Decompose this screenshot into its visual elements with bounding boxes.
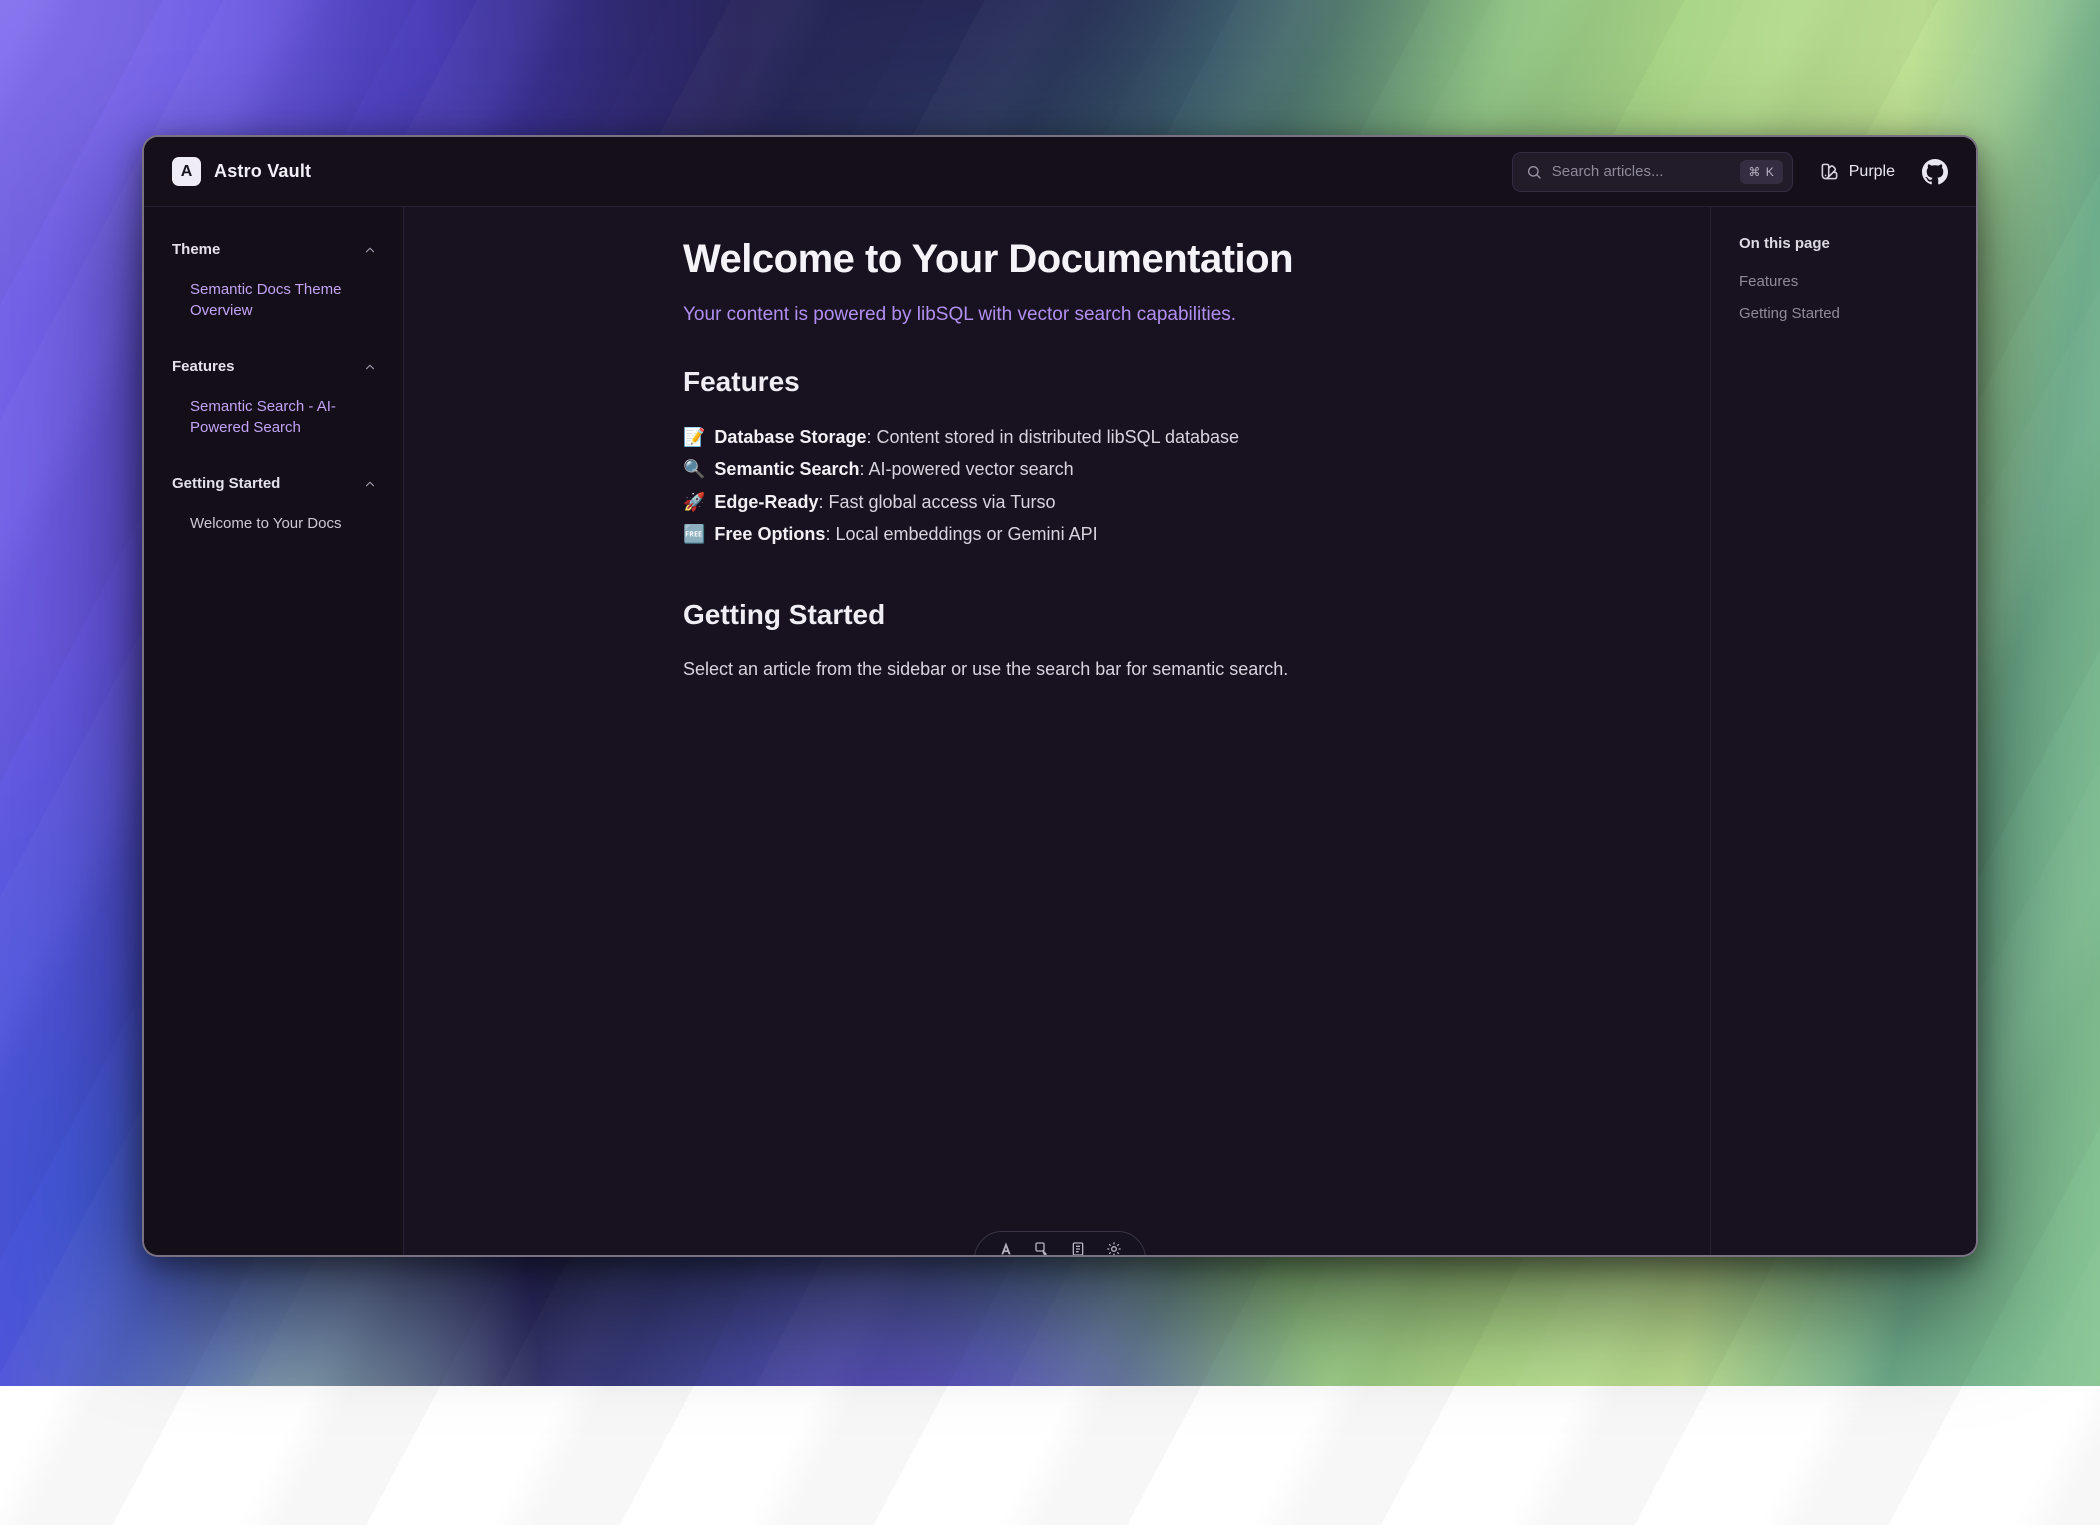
feature-label: Semantic Search	[714, 459, 859, 479]
toc-panel: On this page Features Getting Started	[1710, 207, 1976, 1255]
feature-text: : Local embeddings or Gemini API	[825, 524, 1097, 544]
feature-text: : Content stored in distributed libSQL d…	[866, 427, 1239, 447]
chevron-up-icon	[363, 477, 377, 491]
feature-text: : AI-powered vector search	[860, 459, 1074, 479]
sidebar-item-semantic-search[interactable]: Semantic Search - AI-Powered Search	[172, 396, 377, 438]
sidebar-section-toggle-getting-started[interactable]: Getting Started	[172, 475, 377, 492]
top-header: A Astro Vault ⌘ K Purple	[144, 137, 1976, 207]
sidebar-section-label: Features	[172, 358, 235, 375]
feature-item: 🆓 Free Options: Local embeddings or Gemin…	[683, 523, 1431, 546]
feature-label: Edge-Ready	[714, 492, 818, 512]
astro-dev-toolbar[interactable]	[974, 1231, 1146, 1257]
sidebar-section-label: Theme	[172, 241, 220, 258]
toc-link-getting-started[interactable]: Getting Started	[1739, 305, 1956, 322]
chevron-up-icon	[363, 360, 377, 374]
theme-swatch-icon	[1820, 162, 1839, 181]
sidebar-item-welcome-to-your-docs[interactable]: Welcome to Your Docs	[172, 513, 377, 534]
sidebar-section-toggle-theme[interactable]: Theme	[172, 241, 377, 258]
sidebar-section-theme: Theme Semantic Docs Theme Overview	[172, 241, 377, 321]
header-actions: ⌘ K Purple	[1512, 152, 1948, 192]
settings-gear-icon[interactable]	[1106, 1241, 1122, 1257]
sidebar-section-label: Getting Started	[172, 475, 280, 492]
sidebar-section-toggle-features[interactable]: Features	[172, 358, 377, 375]
content-row: Theme Semantic Docs Theme Overview Featu…	[144, 207, 1976, 1255]
app-logo: A	[172, 157, 201, 186]
sidebar-item-semantic-docs-theme-overview[interactable]: Semantic Docs Theme Overview	[172, 279, 377, 321]
feature-item: 🚀 Edge-Ready: Fast global access via Turs…	[683, 491, 1431, 514]
search-icon	[1526, 164, 1542, 180]
main-content: Welcome to Your Documentation Your conte…	[404, 207, 1710, 1255]
page-title: Welcome to Your Documentation	[683, 237, 1431, 282]
brand-link[interactable]: A Astro Vault	[172, 157, 311, 186]
free-emoji-icon: 🆓	[683, 524, 705, 544]
chevron-up-icon	[363, 243, 377, 257]
app-window: A Astro Vault ⌘ K Purple	[142, 135, 1978, 1257]
memo-emoji-icon: 📝	[683, 427, 705, 447]
rocket-emoji-icon: 🚀	[683, 492, 705, 512]
astro-logo-icon[interactable]	[998, 1241, 1014, 1257]
search-input[interactable]	[1552, 163, 1731, 180]
magnifier-emoji-icon: 🔍	[683, 459, 705, 479]
getting-started-heading: Getting Started	[683, 599, 1431, 631]
sidebar: Theme Semantic Docs Theme Overview Featu…	[144, 207, 404, 1255]
features-heading: Features	[683, 366, 1431, 398]
feature-label: Free Options	[714, 524, 825, 544]
sidebar-section-features: Features Semantic Search - AI-Powered Se…	[172, 358, 377, 438]
feature-item: 📝 Database Storage: Content stored in dis…	[683, 426, 1431, 449]
search-shortcut-badge: ⌘ K	[1740, 160, 1782, 184]
sidebar-section-getting-started: Getting Started Welcome to Your Docs	[172, 475, 377, 534]
page-intro: Your content is powered by libSQL with v…	[683, 304, 1431, 326]
getting-started-text: Select an article from the sidebar or us…	[683, 659, 1431, 680]
feature-text: : Fast global access via Turso	[818, 492, 1055, 512]
audit-icon[interactable]	[1070, 1241, 1086, 1257]
article: Welcome to Your Documentation Your conte…	[683, 237, 1431, 680]
app-title: Astro Vault	[214, 161, 311, 182]
theme-selector-button[interactable]: Purple	[1820, 162, 1895, 181]
toc-heading: On this page	[1739, 235, 1956, 252]
theme-selector-label: Purple	[1849, 163, 1895, 181]
inspect-icon[interactable]	[1034, 1241, 1050, 1257]
github-link[interactable]	[1922, 159, 1948, 185]
feature-label: Database Storage	[714, 427, 866, 447]
toc-link-features[interactable]: Features	[1739, 273, 1956, 290]
search-box[interactable]: ⌘ K	[1512, 152, 1793, 192]
github-icon	[1922, 159, 1948, 185]
feature-item: 🔍 Semantic Search: AI-powered vector sear…	[683, 458, 1431, 481]
features-list: 📝 Database Storage: Content stored in dis…	[683, 426, 1431, 547]
